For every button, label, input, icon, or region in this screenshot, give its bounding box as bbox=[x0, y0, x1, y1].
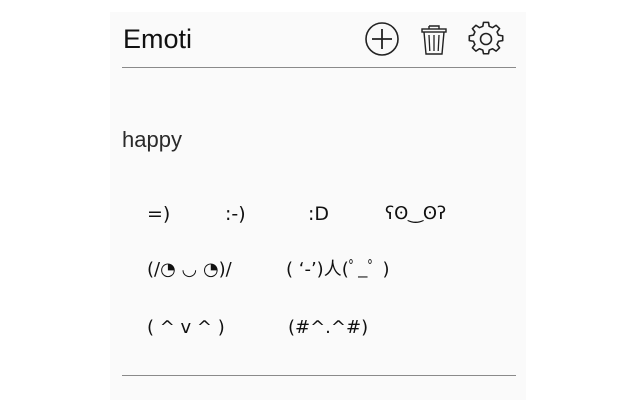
extension-popup: Emoti happy =):-):D ʕʘ‿ʘʔ (/◔ ◡ ◔)/ (… bbox=[0, 0, 640, 400]
gear-icon bbox=[468, 21, 504, 55]
emoticon-item[interactable]: ʕʘ‿ʘʔ bbox=[385, 202, 446, 226]
emoticon-item[interactable]: =) bbox=[147, 202, 170, 226]
header-divider bbox=[122, 67, 516, 68]
trash-icon bbox=[421, 25, 447, 55]
emoticon-item[interactable]: :D bbox=[308, 202, 329, 226]
emoticon-item[interactable]: ( ‘-’)人(ﾟ_ﾟ ) bbox=[286, 258, 390, 282]
settings-button[interactable] bbox=[468, 21, 504, 57]
app-title: Emoti bbox=[123, 24, 193, 54]
emoticon-item[interactable]: (#^.^#) bbox=[288, 316, 368, 340]
emoticon-item[interactable]: ( ^ v ^ ) bbox=[147, 316, 225, 340]
add-button[interactable] bbox=[364, 21, 400, 57]
footer-divider bbox=[122, 375, 516, 376]
header-bar: Emoti bbox=[122, 14, 516, 68]
emoticon-item[interactable]: :-) bbox=[225, 202, 246, 226]
emoticon-item[interactable]: (/◔ ◡ ◔)/ bbox=[147, 258, 232, 282]
delete-button[interactable] bbox=[416, 21, 452, 57]
category-label: happy bbox=[122, 127, 182, 152]
add-circle-icon bbox=[365, 22, 399, 56]
